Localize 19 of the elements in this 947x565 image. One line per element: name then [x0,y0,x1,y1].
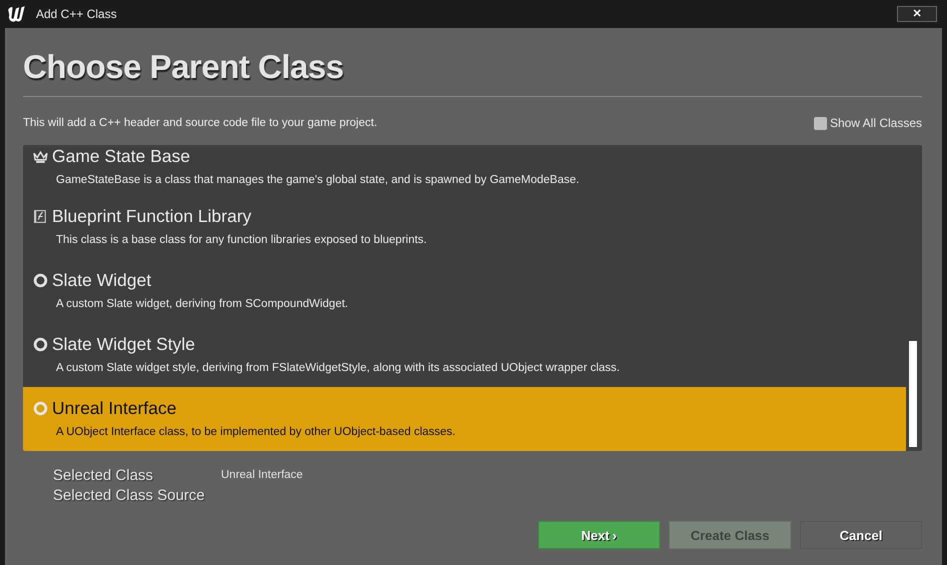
crown-icon [33,148,48,164]
summary-label: Selected Class [53,466,154,484]
class-list-item[interactable]: Game State Base GameStateBase is a class that manages the game's global state, and is spawned by GameModeBase. [23,145,906,195]
class-list-item[interactable]: Slate Widget A custom Slate widget, deriving from SCompoundWidget. [23,259,906,323]
class-list-item[interactable]: Unreal Interface A UObject Interface class, to be implemented by other UObject-based classes. [23,387,906,451]
description-text: This will add a C++ header and source code file to your game project. [23,117,378,129]
show-all-classes-checkbox[interactable]: Show All Classes [814,116,922,130]
summary-value: Unreal Interface [221,469,303,481]
class-list-item[interactable]: Slate Widget Style A custom Slate widget style, deriving from FSlateWidgetStyle, along with its associated UObject wrapper class. [23,323,906,387]
class-list-item[interactable]: Blueprint Function Library This class is a base class for any function libraries exposed to blueprints. [23,195,906,259]
book-icon [33,208,48,224]
dialog-heading: Choose Parent Class [23,48,345,86]
summary-label: Selected Class Source [53,486,206,504]
radio-icon [33,272,48,288]
close-button[interactable]: ✕ [897,6,937,22]
radio-icon [33,336,48,352]
radio-icon [33,400,48,416]
dialog-button[interactable]: Cancel [800,521,922,549]
window-title: Add C++ Class [36,7,117,21]
